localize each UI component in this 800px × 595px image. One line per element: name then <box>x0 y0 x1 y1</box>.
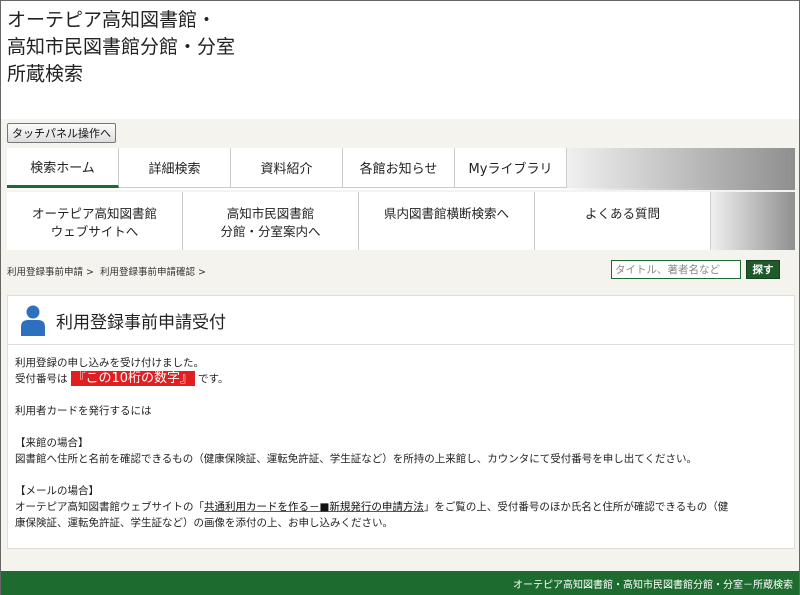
panel-header: 利用登録事前申請受付 <box>8 296 794 345</box>
mail-prefix: オーテピア高知図書館ウェブサイトの「 <box>15 501 204 513</box>
breadcrumb: 利用登録事前申請 > 利用登録事前申請確認 > <box>7 264 209 278</box>
breadcrumb-item-confirm[interactable]: 利用登録事前申請確認 > <box>100 267 206 278</box>
tab-advanced-search[interactable]: 詳細検索 <box>119 148 231 188</box>
search-button[interactable]: 探す <box>746 260 780 279</box>
card-application-link[interactable]: 共通利用カードを作る－■新規発行の申請方法 <box>204 501 424 513</box>
accepted-message: 利用登録の申し込みを受け付けました。 <box>15 357 204 369</box>
quick-search: 探す <box>611 260 780 279</box>
footer-text: オーテピア高知図書館・高知市民図書館分館・分室－所蔵検索 <box>513 579 793 591</box>
site-footer: オーテピア高知図書館・高知市民図書館分館・分室－所蔵検索 <box>1 571 799 595</box>
receipt-number-line: 受付番号は 『この10桁の数字』 です。 <box>15 371 794 387</box>
mail-instructions-line2: 康保険証、運転免許証、学生証など）の画像を添付の上、お申し込みください。 <box>15 517 393 529</box>
nav-gradient-fill <box>567 148 795 188</box>
link-faq[interactable]: よくある質問 <box>535 192 711 250</box>
mail-instructions: オーテピア高知図書館ウェブサイトの「共通利用カードを作る－■新規発行の申請方法」… <box>15 499 794 515</box>
link-cross-search-line1: 県内図書館横断検索へ <box>383 206 509 221</box>
link-otepia-website[interactable]: オーテピア高知図書館 ウェブサイトへ <box>7 192 183 250</box>
receipt-suffix: です。 <box>198 373 229 385</box>
visit-heading: 【来館の場合】 <box>15 437 89 449</box>
site-title-line-3: 所蔵検索 <box>7 63 84 85</box>
link-faq-line1: よくある質問 <box>584 206 660 221</box>
card-issue-heading: 利用者カードを発行するには <box>15 405 152 417</box>
link-branch-guide-line2: 分館・分室案内へ <box>220 224 321 239</box>
search-input[interactable] <box>611 260 741 279</box>
mail-heading: 【メールの場合】 <box>15 485 99 497</box>
link-otepia-website-line1: オーテピア高知図書館 <box>31 206 157 221</box>
tab-my-library[interactable]: Myライブラリ <box>455 148 567 188</box>
link-otepia-website-line2: ウェブサイトへ <box>50 224 139 239</box>
link-branch-guide[interactable]: 高知市民図書館 分館・分室案内へ <box>183 192 359 250</box>
link-branch-guide-line1: 高知市民図書館 <box>226 206 315 221</box>
result-panel: 利用登録事前申請受付 利用登録の申し込みを受け付けました。 受付番号は 『この10… <box>7 295 795 549</box>
person-icon <box>21 305 45 336</box>
visit-instructions: 図書館へ住所と名前を確認できるもの（健康保険証、運転免許証、学生証など）を所持の… <box>15 453 697 465</box>
site-header: オーテピア高知図書館・ 高知市民図書館分館・分室 所蔵検索 <box>1 1 799 119</box>
site-title-line-1: オーテピア高知図書館・ <box>7 9 217 31</box>
receipt-prefix: 受付番号は <box>15 373 68 385</box>
panel-body: 利用登録の申し込みを受け付けました。 受付番号は 『この10桁の数字』 です。 利用… <box>8 345 794 531</box>
site-title-line-2: 高知市民図書館分館・分室 <box>7 36 236 58</box>
tab-materials[interactable]: 資料紹介 <box>231 148 343 188</box>
touch-panel-button[interactable]: タッチパネル操作へ <box>7 123 116 143</box>
tab-search-home[interactable]: 検索ホーム <box>7 148 119 188</box>
page-title: 利用登録事前申請受付 <box>56 312 226 333</box>
receipt-number-highlight: 『この10桁の数字』 <box>70 371 196 386</box>
breadcrumb-item-apply[interactable]: 利用登録事前申請 > <box>7 267 94 278</box>
tab-news[interactable]: 各館お知らせ <box>343 148 455 188</box>
nav2-gradient-fill <box>711 192 795 250</box>
mail-suffix: 」をご覧の上、受付番号のほか氏名と住所が確認できるもの（健 <box>423 501 729 513</box>
secondary-nav: オーテピア高知図書館 ウェブサイトへ 高知市民図書館 分館・分室案内へ 県内図書… <box>7 192 795 250</box>
link-cross-search[interactable]: 県内図書館横断検索へ <box>359 192 535 250</box>
primary-nav: 検索ホーム 詳細検索 資料紹介 各館お知らせ Myライブラリ <box>7 148 795 190</box>
